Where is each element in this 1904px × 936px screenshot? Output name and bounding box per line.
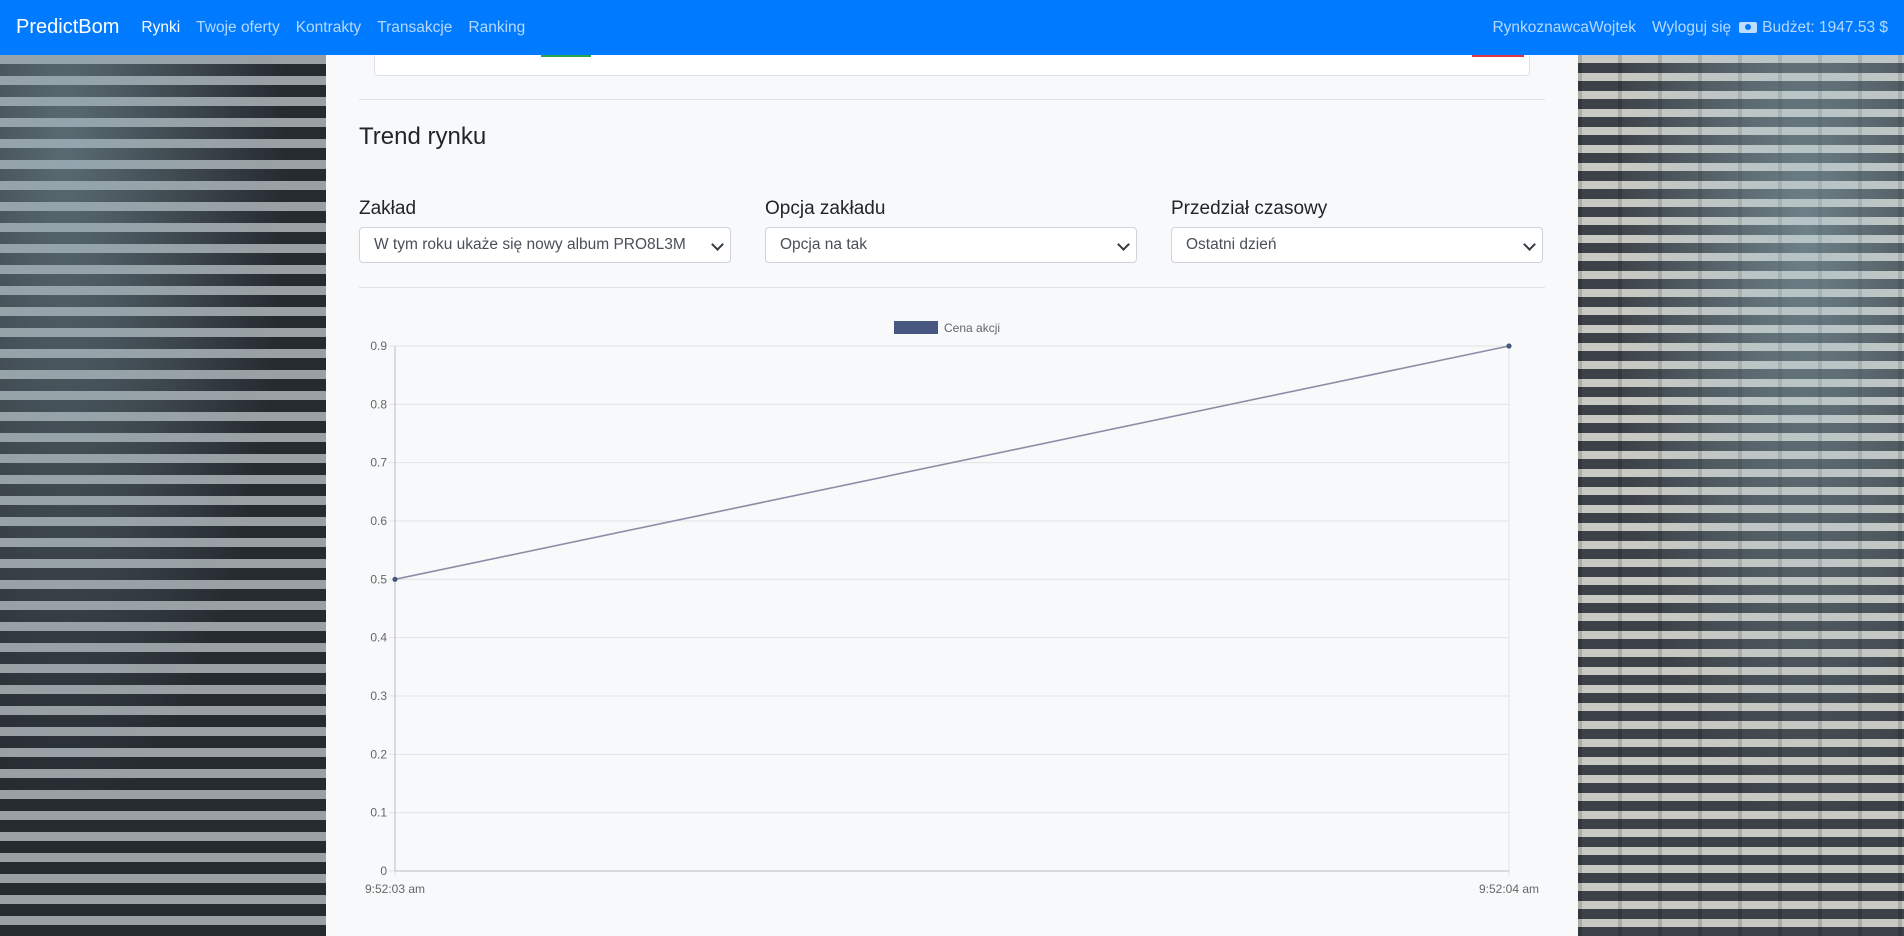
data-point	[1506, 343, 1512, 349]
navbar: PredictBom Rynki Twoje oferty Kontrakty …	[0, 0, 1904, 55]
y-tick-label: 0.7	[370, 456, 387, 470]
x-tick-label: 9:52:03 am	[365, 882, 425, 896]
y-tick-label: 0	[380, 864, 387, 878]
cash-icon	[1739, 22, 1758, 33]
data-point	[392, 576, 398, 582]
y-tick-label: 0.3	[370, 689, 387, 703]
nav-link-twoje-oferty[interactable]: Twoje oferty	[196, 19, 280, 37]
navbar-right: RynkoznawcaWojtek Wyloguj się Budżet: 19…	[1476, 19, 1888, 37]
y-tick-label: 0.1	[370, 806, 387, 820]
y-tick-label: 0.8	[370, 397, 387, 411]
y-tick-label: 0.2	[370, 747, 387, 761]
y-tick-label: 0.4	[370, 631, 387, 645]
logout-link[interactable]: Wyloguj się	[1652, 19, 1731, 37]
brand-link[interactable]: PredictBom	[16, 16, 119, 39]
nav-link-ranking[interactable]: Ranking	[468, 19, 525, 37]
x-tick-label: 9:52:04 am	[1479, 882, 1539, 896]
nav-link-rynki[interactable]: Rynki	[141, 19, 180, 37]
nav-link-transakcje[interactable]: Transakcje	[377, 19, 452, 37]
y-tick-label: 0.9	[370, 339, 387, 353]
legend-swatch	[894, 321, 938, 334]
main-container: Trend rynku Zakład W tym roku ukaże się …	[326, 53, 1578, 936]
budget-display: Budżet: 1947.53 $	[1739, 19, 1888, 37]
price-chart: 0 0.1 0.2 0.3 0.4 0.5 0.6 0.7 0.8 0.9 9:52:03 am 9:…	[365, 321, 1539, 896]
nav-link-kontrakty[interactable]: Kontrakty	[296, 19, 361, 37]
background-buildings-left	[0, 55, 326, 936]
y-tick-label: 0.5	[370, 572, 387, 586]
y-tick-label: 0.6	[370, 514, 387, 528]
budget-text: Budżet: 1947.53 $	[1762, 18, 1888, 36]
legend-label: Cena akcji	[944, 321, 1000, 335]
background-buildings-right	[1578, 55, 1904, 936]
username-link[interactable]: RynkoznawcaWojtek	[1492, 19, 1636, 37]
